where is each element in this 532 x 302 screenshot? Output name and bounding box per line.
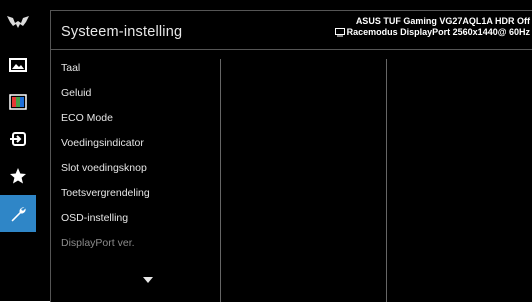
menu-item-eco-mode[interactable]: ECO Mode <box>61 112 113 124</box>
monitor-icon <box>334 28 345 37</box>
color-bars-icon <box>9 93 27 110</box>
model-info: ASUS TUF Gaming VG27AQL1A HDR Off Racemo… <box>334 16 530 38</box>
input-select-icon <box>10 131 26 146</box>
sidebar-item-color[interactable] <box>0 83 36 120</box>
sidebar-item-system-setup[interactable] <box>0 195 36 232</box>
settings-menu: Taal Geluid ECO Mode Voedingsindicator S… <box>51 50 219 302</box>
menu-item-power-key-lock[interactable]: Slot voedingsknop <box>61 162 147 174</box>
menu-item-language[interactable]: Taal <box>61 62 80 74</box>
page-title: Systeem-instelling <box>61 24 183 40</box>
column-divider <box>220 59 221 302</box>
main-panel: Systeem-instelling ASUS TUF Gaming VG27A… <box>50 10 532 302</box>
mode-line: Racemodus DisplayPort 2560x1440@ 60Hz <box>346 27 530 37</box>
star-icon <box>10 167 26 183</box>
sidebar-item-input[interactable] <box>0 120 36 157</box>
osd-menu: Systeem-instelling ASUS TUF Gaming VG27A… <box>0 0 532 302</box>
header: Systeem-instelling ASUS TUF Gaming VG27A… <box>51 11 532 50</box>
menu-item-sound[interactable]: Geluid <box>61 87 91 99</box>
sidebar-item-favorite[interactable] <box>0 157 36 194</box>
scroll-down-arrow-icon[interactable] <box>143 277 153 283</box>
sidebar <box>0 0 36 301</box>
menu-item-displayport-version[interactable]: DisplayPort ver. <box>61 237 135 249</box>
image-icon <box>9 57 27 72</box>
menu-item-power-indicator[interactable]: Voedingsindicator <box>61 137 144 149</box>
sidebar-item-image[interactable] <box>0 46 36 83</box>
tuf-gaming-logo-icon <box>7 16 29 28</box>
column-divider <box>386 59 387 302</box>
menu-item-osd-setup[interactable]: OSD-instelling <box>61 212 128 224</box>
menu-item-key-lock[interactable]: Toetsvergrendeling <box>61 187 150 199</box>
wrench-icon <box>11 206 26 221</box>
model-line: ASUS TUF Gaming VG27AQL1A HDR Off <box>355 16 530 26</box>
